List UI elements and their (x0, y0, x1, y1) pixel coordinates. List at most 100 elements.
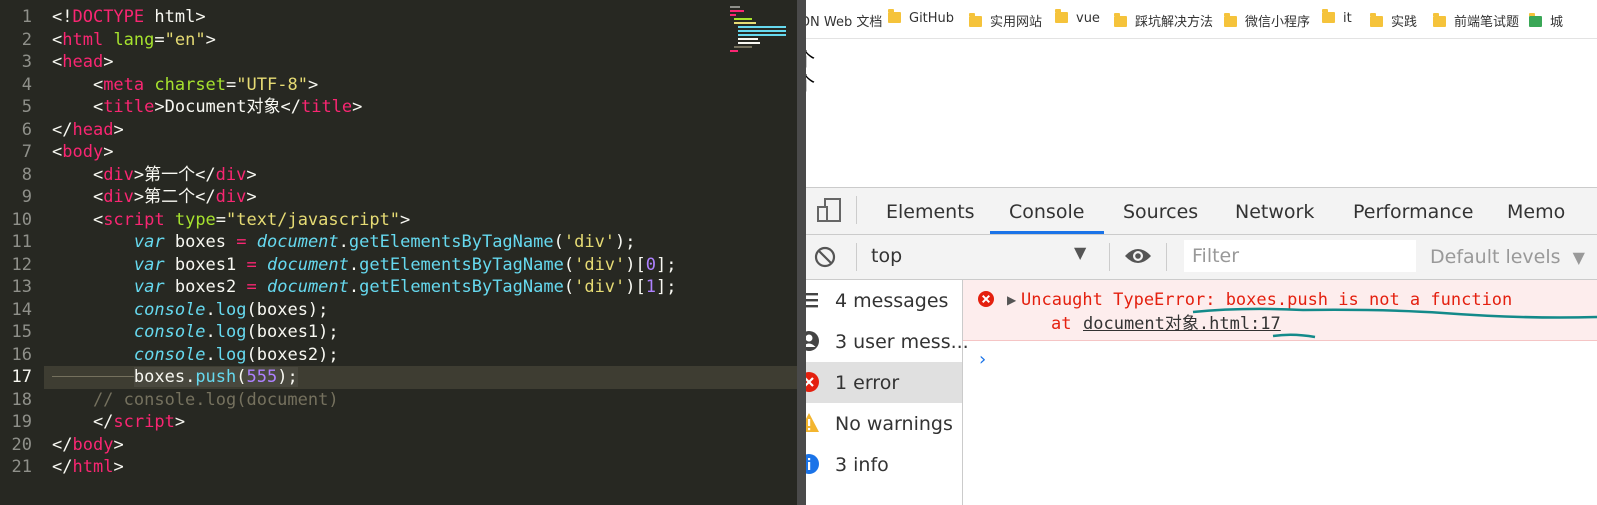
clear-console-icon[interactable] (814, 246, 836, 268)
line-number: 20 (11, 434, 32, 455)
chevron-right-icon[interactable]: › (977, 349, 988, 370)
sidebar-item-label: 3 user mess... (835, 331, 969, 353)
browser-window: DN Web 文档 GitHub 实用网站 vue 踩坑解决方法 微信小程序 i… (806, 0, 1597, 505)
sidebar-item-errors[interactable]: 1 error (806, 362, 962, 403)
bookmark-item[interactable]: it (1322, 9, 1352, 26)
app-icon (1529, 13, 1542, 27)
toolbar-separator (856, 243, 857, 271)
code-line[interactable]: <script type="text/javascript"> (52, 209, 410, 232)
folder-icon (1224, 13, 1237, 27)
error-at-label: at (1051, 314, 1072, 334)
folder-icon (1370, 13, 1383, 27)
error-text: Uncaught TypeError: boxes.push is not a … (1021, 290, 1513, 310)
folder-icon (1055, 9, 1068, 23)
code-line-comment[interactable]: // console.log(document) (52, 389, 339, 412)
code-line[interactable]: var boxes1 = document.getElementsByTagNa… (52, 254, 677, 277)
tab-sources[interactable]: Sources (1123, 201, 1198, 223)
error-icon (806, 372, 819, 392)
eye-icon[interactable] (1124, 246, 1152, 266)
line-number: 2 (21, 29, 32, 50)
sidebar-item-user-messages[interactable]: 3 user mess... (806, 321, 969, 362)
console-error-message[interactable]: ▶ Uncaught TypeError: boxes.push is not … (963, 280, 1597, 341)
line-number: 19 (11, 412, 32, 432)
context-selector-value: top (871, 245, 903, 267)
page-content-line: 个 (806, 73, 815, 95)
sidebar-item-warnings[interactable]: No warnings (806, 403, 962, 444)
folder-icon (1433, 13, 1446, 27)
code-line[interactable]: <html lang="en"> (52, 29, 216, 52)
devtools-tab-bar: Elements Console Sources Network Perform… (806, 188, 1597, 235)
code-line[interactable]: <meta charset="UTF-8"> (52, 74, 318, 97)
bookmark-item[interactable]: DN Web 文档 (806, 11, 882, 30)
bookmark-item[interactable]: 城 (1529, 11, 1563, 30)
code-line[interactable]: </head> (52, 119, 124, 142)
minimap[interactable] (730, 6, 786, 54)
info-icon (806, 454, 819, 474)
line-number: 7 (21, 142, 32, 162)
code-line[interactable]: console.log(boxes2); (52, 344, 339, 367)
window-divider (797, 0, 806, 505)
line-number: 13 (11, 277, 32, 297)
user-icon (806, 331, 819, 351)
tab-memory[interactable]: Memo (1507, 201, 1565, 223)
bookmark-item[interactable]: 实践 (1370, 11, 1417, 30)
code-line[interactable]: console.log(boxes1); (52, 321, 339, 344)
expand-triangle-icon[interactable]: ▶ (1007, 293, 1016, 307)
line-number-current: 17 (11, 367, 32, 387)
code-line[interactable]: </script> (52, 411, 185, 434)
folder-icon (888, 9, 901, 23)
filter-input[interactable] (1184, 240, 1416, 272)
line-number: 11 (11, 232, 32, 252)
tab-performance[interactable]: Performance (1353, 201, 1473, 223)
warning-icon (806, 413, 819, 432)
bookmark-item[interactable]: vue (1055, 9, 1100, 26)
line-number: 6 (21, 119, 32, 140)
line-number: 1 (21, 7, 32, 27)
code-line[interactable]: console.log(boxes); (52, 299, 329, 322)
bookmark-item[interactable]: 前端笔试题 (1433, 11, 1519, 30)
line-number: 21 (11, 457, 32, 477)
line-number: 10 (11, 209, 32, 230)
code-line[interactable]: <div>第二个</div> (52, 186, 257, 209)
bookmark-item[interactable]: GitHub (888, 9, 954, 26)
code-line[interactable]: var boxes2 = document.getElementsByTagNa… (52, 276, 677, 299)
active-tab-indicator (990, 231, 1104, 234)
code-line[interactable]: <title>Document对象</title> (52, 96, 362, 119)
chevron-down-icon: ▼ (1074, 243, 1087, 262)
code-line[interactable]: <head> (52, 51, 113, 74)
folder-icon (969, 13, 982, 27)
bookmark-item[interactable]: 实用网站 (969, 11, 1042, 30)
bookmarks-bar: DN Web 文档 GitHub 实用网站 vue 踩坑解决方法 微信小程序 i… (806, 0, 1597, 39)
folder-icon (1322, 9, 1335, 23)
log-levels-dropdown[interactable]: Default levels ▼ (1430, 246, 1585, 268)
toolbar-separator (856, 196, 857, 224)
device-toggle-icon[interactable] (816, 198, 842, 222)
code-line[interactable]: var boxes = document.getElementsByTagNam… (52, 231, 636, 254)
code-line-current[interactable]: boxes.push(555); (52, 366, 298, 389)
tab-console[interactable]: Console (1009, 201, 1084, 223)
line-number: 14 (11, 299, 32, 320)
code-line[interactable]: </body> (52, 434, 124, 457)
devtools-panel: Elements Console Sources Network Perform… (806, 187, 1597, 505)
line-number: 3 (21, 52, 32, 72)
list-icon (806, 293, 818, 308)
error-source-link[interactable]: document对象.html:17 (1083, 313, 1281, 335)
sidebar-item-messages[interactable]: 4 messages (806, 280, 962, 321)
code-line[interactable]: <div>第一个</div> (52, 164, 257, 187)
code-line[interactable]: </html> (52, 456, 124, 479)
code-line[interactable]: <body> (52, 141, 113, 164)
bookmark-item[interactable]: 微信小程序 (1224, 11, 1310, 30)
line-number: 16 (11, 344, 32, 365)
console-body: 4 messages 3 user mess... 1 error No war… (806, 280, 1597, 505)
tab-network[interactable]: Network (1235, 201, 1314, 223)
console-toolbar: top ▼ Default levels ▼ (806, 235, 1597, 280)
bookmark-item[interactable]: 踩坑解决方法 (1114, 11, 1213, 30)
context-selector[interactable]: top ▼ (862, 240, 1098, 272)
tab-elements[interactable]: Elements (886, 201, 975, 223)
line-number: 8 (21, 164, 32, 185)
code-line[interactable]: <!DOCTYPE html> (52, 6, 206, 29)
line-number: 15 (11, 322, 32, 342)
chevron-down-icon: ▼ (1572, 248, 1585, 267)
sidebar-item-info[interactable]: 3 info (806, 444, 962, 485)
code-editor[interactable]: 1 2 3 4 5 6 7 8 9 10 11 12 13 14 15 16 1… (0, 0, 797, 505)
